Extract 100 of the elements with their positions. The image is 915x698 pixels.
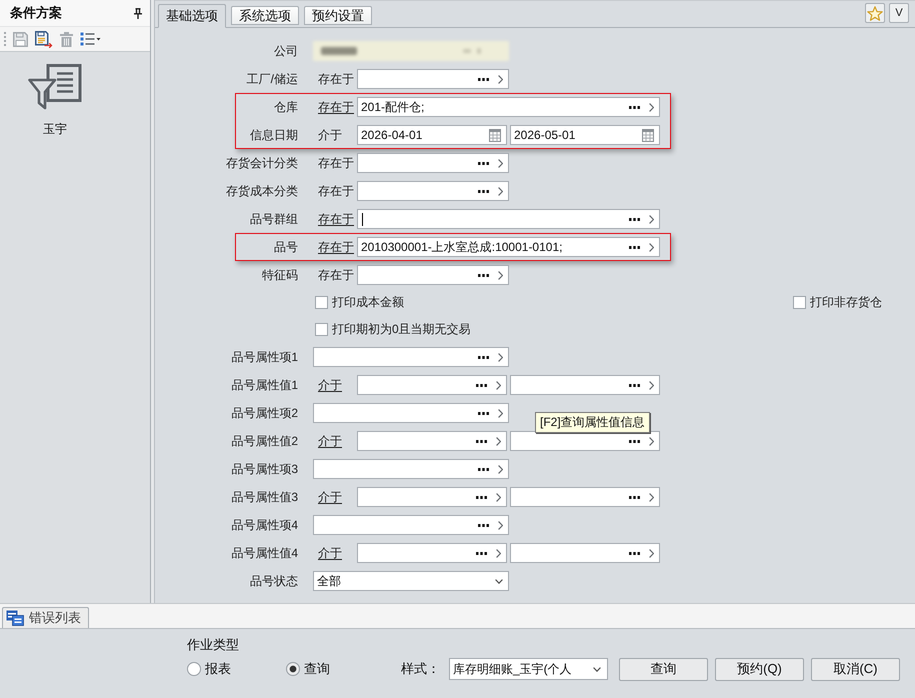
style-select[interactable]: 库存明细账_玉宇(个人 — [449, 658, 608, 680]
lookup-field[interactable] — [357, 181, 509, 201]
field-label: 品号属性项1 — [231, 348, 298, 366]
tab[interactable]: 系统选项 — [231, 6, 299, 25]
chevron-right-icon[interactable] — [649, 380, 654, 390]
operator-label[interactable]: 介于 — [318, 432, 342, 450]
field-label: 工厂/储运 — [246, 70, 298, 88]
checkbox-label[interactable]: 打印期初为0且当期无交易 — [332, 321, 471, 338]
operator-label[interactable]: 存在于 — [318, 98, 354, 116]
pin-icon[interactable] — [134, 8, 142, 18]
chevron-right-icon[interactable] — [649, 102, 654, 112]
lookup-field[interactable] — [357, 209, 660, 229]
select-field[interactable]: 全部 — [313, 571, 509, 591]
ellipsis-icon[interactable] — [629, 246, 640, 248]
ellipsis-icon[interactable] — [476, 384, 487, 386]
lookup-field[interactable] — [357, 487, 507, 507]
operator-label[interactable]: 介于 — [318, 376, 342, 394]
chevron-down-icon[interactable] — [495, 578, 503, 584]
date-field[interactable]: 2026-04-01 — [357, 125, 507, 145]
radio-button[interactable] — [187, 662, 201, 676]
lookup-field[interactable] — [357, 543, 507, 563]
checkbox[interactable] — [793, 296, 806, 309]
calendar-icon[interactable] — [642, 128, 654, 142]
ellipsis-icon[interactable] — [476, 496, 487, 498]
radio-label[interactable]: 报表 — [205, 660, 231, 678]
operator-label[interactable]: 介于 — [318, 544, 342, 562]
blurred-field[interactable] — [313, 41, 509, 61]
dialog-button[interactable]: 查询 — [619, 658, 708, 680]
radio-label[interactable]: 查询 — [304, 660, 330, 678]
operator-label[interactable]: 存在于 — [318, 210, 354, 228]
ellipsis-icon[interactable] — [629, 218, 640, 220]
lookup-field[interactable] — [313, 347, 509, 367]
lookup-field[interactable] — [357, 265, 509, 285]
chevron-right-icon[interactable] — [649, 436, 654, 446]
ellipsis-icon[interactable] — [478, 412, 489, 414]
lookup-field[interactable] — [357, 69, 509, 89]
field-label: 品号属性项3 — [231, 460, 298, 478]
ellipsis-icon[interactable] — [478, 162, 489, 164]
lookup-field[interactable] — [510, 375, 660, 395]
lookup-field[interactable] — [313, 459, 509, 479]
date-field[interactable]: 2026-05-01 — [510, 125, 660, 145]
dialog-button[interactable]: 预约(Q) — [715, 658, 804, 680]
save-as-icon[interactable] — [35, 30, 53, 48]
chevron-right-icon[interactable] — [498, 352, 503, 362]
ellipsis-icon[interactable] — [478, 274, 489, 276]
chevron-down-icon[interactable] — [593, 666, 601, 672]
chevron-right-icon[interactable] — [498, 520, 503, 530]
checkbox[interactable] — [315, 296, 328, 309]
field-label: 品号属性项2 — [231, 404, 298, 422]
chevron-right-icon[interactable] — [496, 492, 501, 502]
lookup-field[interactable]: 201-配件仓; — [357, 97, 660, 117]
operator-label[interactable]: 存在于 — [318, 238, 354, 256]
ellipsis-icon[interactable] — [629, 552, 640, 554]
ellipsis-icon[interactable] — [478, 78, 489, 80]
operator-label[interactable]: 介于 — [318, 488, 342, 506]
bottom-tab[interactable]: 错误列表 — [2, 607, 89, 628]
ellipsis-icon[interactable] — [476, 440, 487, 442]
chevron-right-icon[interactable] — [498, 74, 503, 84]
lookup-field[interactable] — [313, 403, 509, 423]
tab[interactable]: 预约设置 — [304, 6, 372, 25]
chevron-right-icon[interactable] — [496, 380, 501, 390]
chevron-right-icon[interactable] — [649, 214, 654, 224]
calendar-icon[interactable] — [489, 128, 501, 142]
ellipsis-icon[interactable] — [476, 552, 487, 554]
ellipsis-icon[interactable] — [629, 106, 640, 108]
ellipsis-icon[interactable] — [629, 496, 640, 498]
radio-button[interactable] — [286, 662, 300, 676]
lookup-field[interactable] — [357, 431, 507, 451]
chevron-right-icon[interactable] — [498, 186, 503, 196]
ellipsis-icon[interactable] — [478, 524, 489, 526]
ellipsis-icon[interactable] — [629, 440, 640, 442]
chevron-right-icon[interactable] — [649, 548, 654, 558]
operator-label: 介于 — [318, 126, 342, 144]
lookup-field[interactable] — [510, 543, 660, 563]
chevron-right-icon[interactable] — [649, 492, 654, 502]
checkbox[interactable] — [315, 323, 328, 336]
ellipsis-icon[interactable] — [478, 190, 489, 192]
scheme-item[interactable]: 玉宇 — [0, 64, 110, 138]
chevron-right-icon[interactable] — [496, 436, 501, 446]
chevron-right-icon[interactable] — [496, 548, 501, 558]
lookup-field[interactable] — [357, 375, 507, 395]
list-icon[interactable] — [80, 32, 101, 46]
chevron-right-icon[interactable] — [498, 408, 503, 418]
ellipsis-icon[interactable] — [478, 468, 489, 470]
checkbox-label[interactable]: 打印成本金额 — [332, 294, 404, 311]
lookup-field[interactable] — [357, 153, 509, 173]
lookup-field[interactable] — [510, 487, 660, 507]
chevron-right-icon[interactable] — [498, 464, 503, 474]
dialog-button[interactable]: 取消(C) — [811, 658, 900, 680]
operator-label: 存在于 — [318, 70, 354, 88]
chevron-right-icon[interactable] — [498, 270, 503, 280]
chevron-right-icon[interactable] — [498, 158, 503, 168]
tab[interactable]: 基础选项 — [158, 4, 226, 28]
lookup-field[interactable]: 2010300001-上水室总成:10001-0101; — [357, 237, 660, 257]
lookup-field[interactable] — [313, 515, 509, 535]
chevron-right-icon[interactable] — [649, 242, 654, 252]
corner-button[interactable]: V — [889, 3, 909, 23]
ellipsis-icon[interactable] — [629, 384, 640, 386]
ellipsis-icon[interactable] — [478, 356, 489, 358]
checkbox-label[interactable]: 打印非存货仓 — [810, 294, 882, 311]
